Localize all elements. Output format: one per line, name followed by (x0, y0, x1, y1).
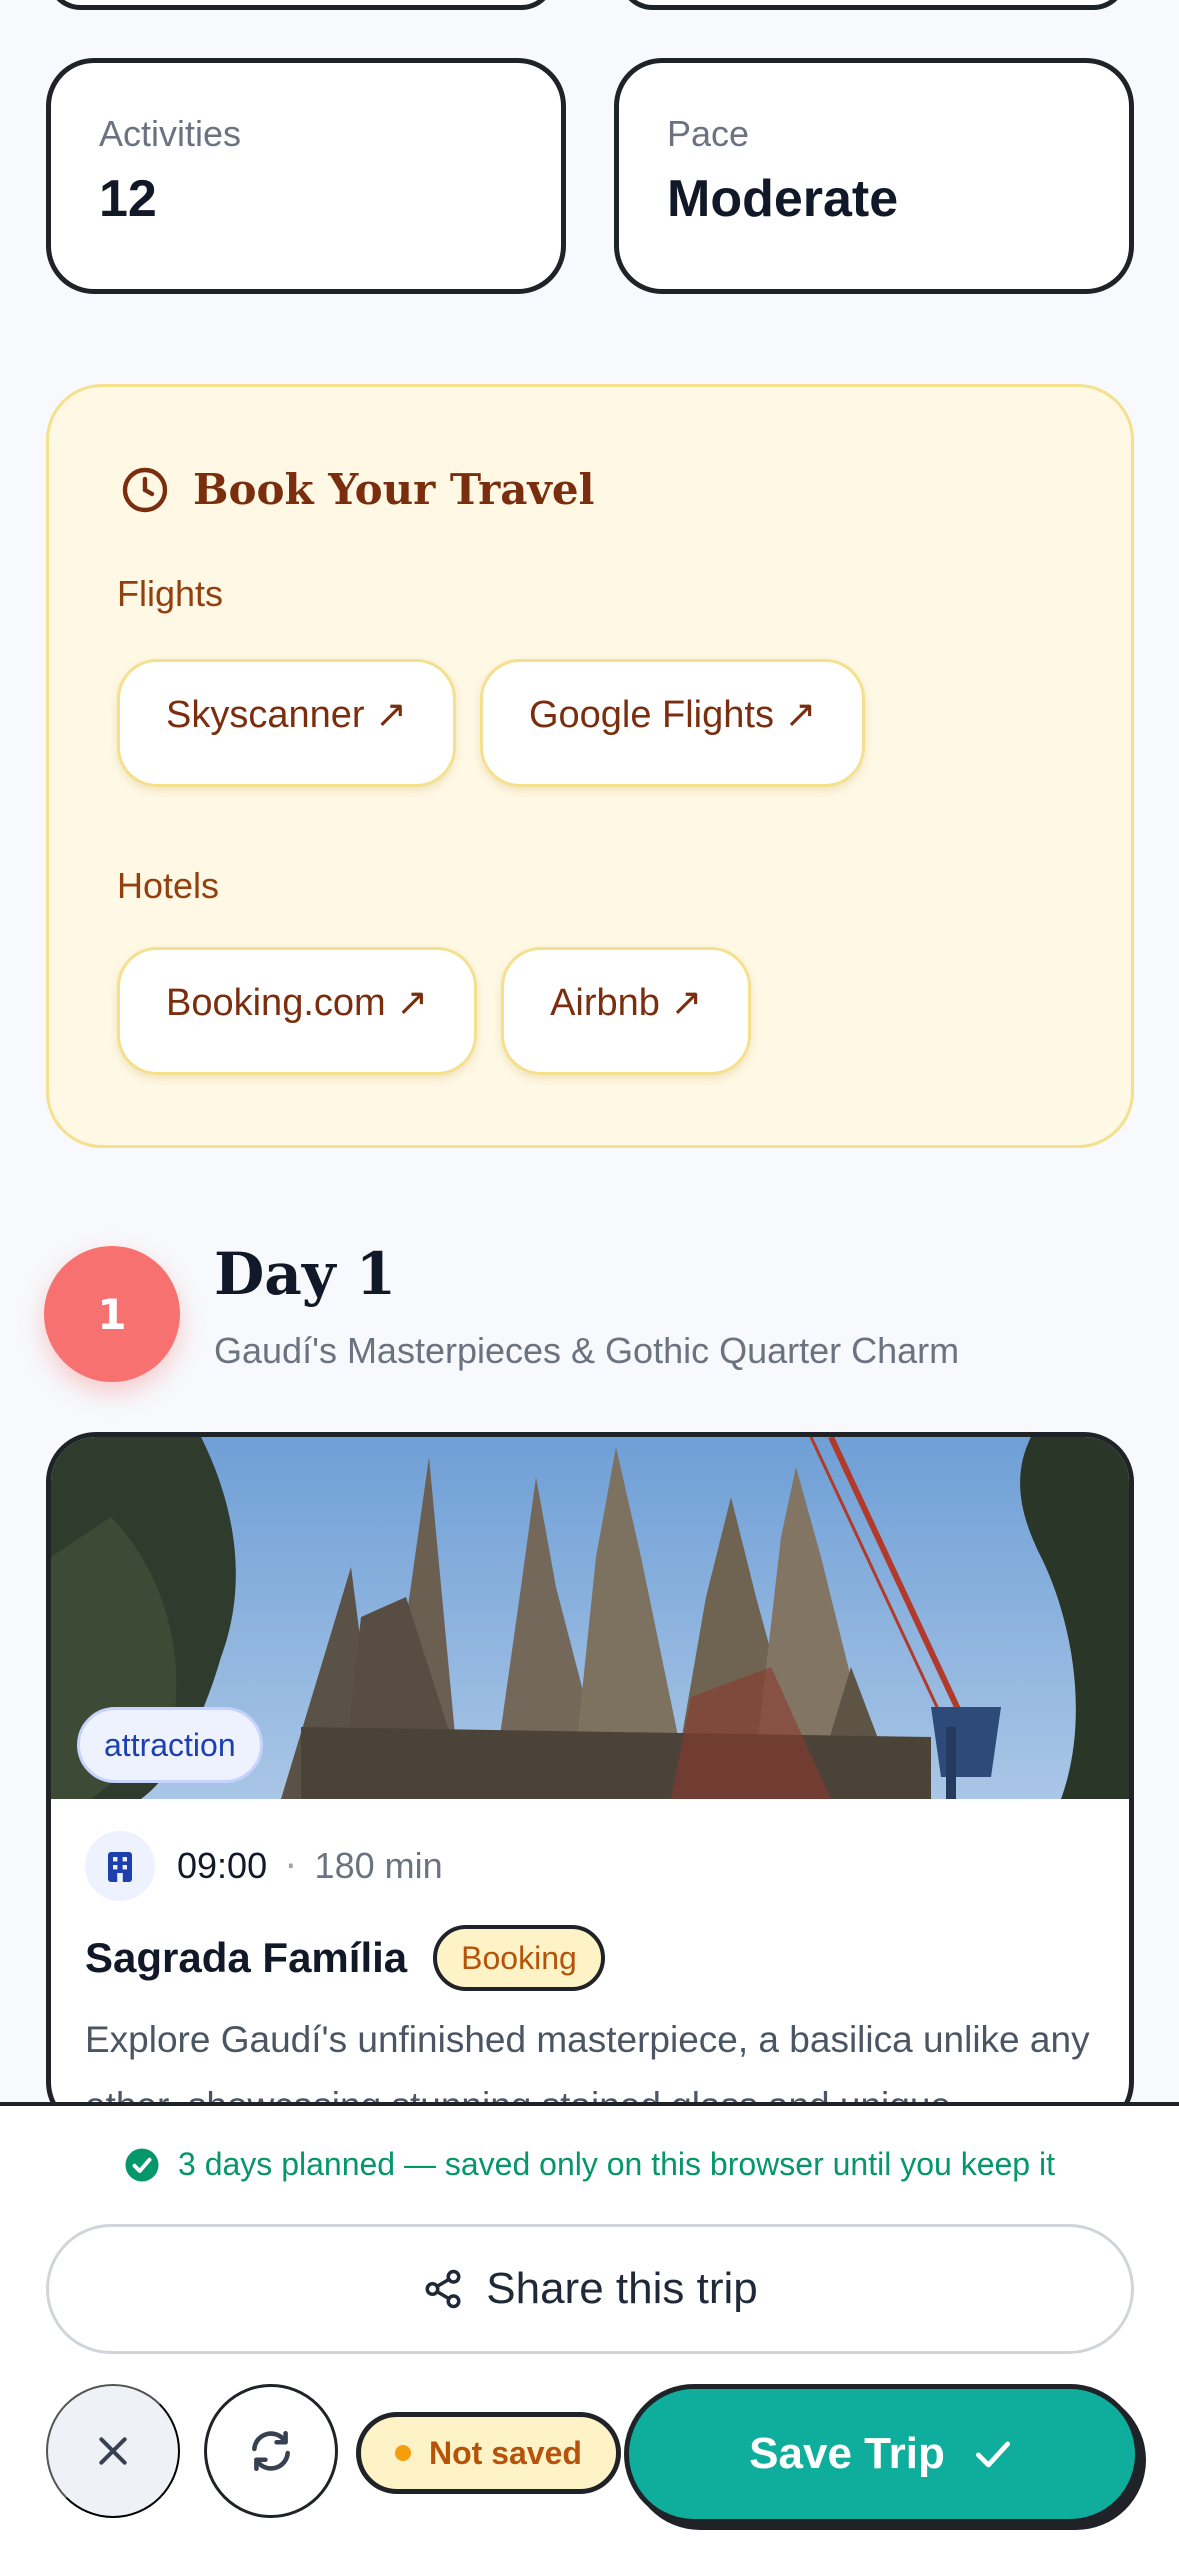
activity-duration: 180 min (314, 1845, 443, 1886)
refresh-icon (252, 2431, 290, 2471)
book-travel-title: Book Your Travel (193, 465, 595, 514)
stat-label: Pace (667, 113, 750, 154)
activity-name-row: Sagrada Família Booking (85, 1925, 605, 1991)
close-icon (99, 2437, 127, 2465)
activity-name: Sagrada Família (85, 1934, 408, 1981)
saved-status: 3 days planned — saved only on this brow… (0, 2146, 1179, 2183)
not-saved-label: Not saved (429, 2434, 582, 2471)
activity-time: 09:00 (177, 1845, 268, 1886)
stat-label: Activities (99, 113, 242, 154)
activity-type-tag: attraction (77, 1707, 263, 1783)
stat-value: 12 (99, 170, 157, 228)
day-number-badge: 1 (44, 1246, 180, 1382)
activity-card[interactable]: attraction 09:00 · 180 min Sagrada Famíl… (46, 1432, 1134, 2132)
save-trip-button[interactable]: Save Trip (624, 2384, 1140, 2524)
hotels-label: Hotels (117, 865, 220, 906)
booking-com-link[interactable]: Booking.com ↗ (117, 947, 478, 1075)
airbnb-link[interactable]: Airbnb ↗ (501, 947, 752, 1075)
booking-badge: Booking (433, 1925, 605, 1991)
activities-stat-card: Activities 12 (46, 58, 566, 294)
save-trip-label: Save Trip (749, 2429, 945, 2478)
stat-value: Moderate (667, 170, 899, 228)
stat-card-partial (46, 0, 556, 10)
book-travel-card: Book Your Travel Flights Skyscanner ↗ Go… (46, 384, 1134, 1148)
google-flights-link[interactable]: Google Flights ↗ (479, 659, 866, 787)
share-trip-button[interactable]: Share this trip (46, 2224, 1134, 2354)
check-circle-icon (125, 2148, 159, 2181)
saved-status-text: 3 days planned — saved only on this brow… (178, 2146, 1055, 2182)
meta-separator: · (285, 1845, 297, 1887)
not-saved-badge: Not saved (356, 2412, 621, 2494)
bottom-action-bar: 3 days planned — saved only on this brow… (0, 2102, 1179, 2556)
flights-label: Flights (117, 573, 224, 614)
check-icon (975, 2441, 1010, 2468)
clock-icon (122, 467, 168, 512)
activity-meta: 09:00 · 180 min (85, 1831, 443, 1901)
book-travel-header: Book Your Travel (121, 465, 595, 514)
skyscanner-link[interactable]: Skyscanner ↗ (117, 659, 456, 787)
building-icon (85, 1831, 155, 1901)
stat-card-partial (618, 0, 1128, 10)
flights-links: Skyscanner ↗ Google Flights ↗ (117, 659, 866, 787)
close-button[interactable] (46, 2384, 180, 2518)
pace-stat-card: Pace Moderate (614, 58, 1134, 294)
status-dot (395, 2445, 411, 2461)
day-subtitle: Gaudí's Masterpieces & Gothic Quarter Ch… (214, 1330, 960, 1371)
hotels-links: Booking.com ↗ Airbnb ↗ (117, 947, 752, 1075)
share-icon (425, 2269, 461, 2309)
trip-page: Activities 12 Pace Moderate Book Your Tr… (0, 0, 1179, 2556)
day-title: Day 1 (214, 1240, 397, 1308)
share-trip-label: Share this trip (486, 2264, 758, 2313)
regenerate-button[interactable] (204, 2384, 338, 2518)
